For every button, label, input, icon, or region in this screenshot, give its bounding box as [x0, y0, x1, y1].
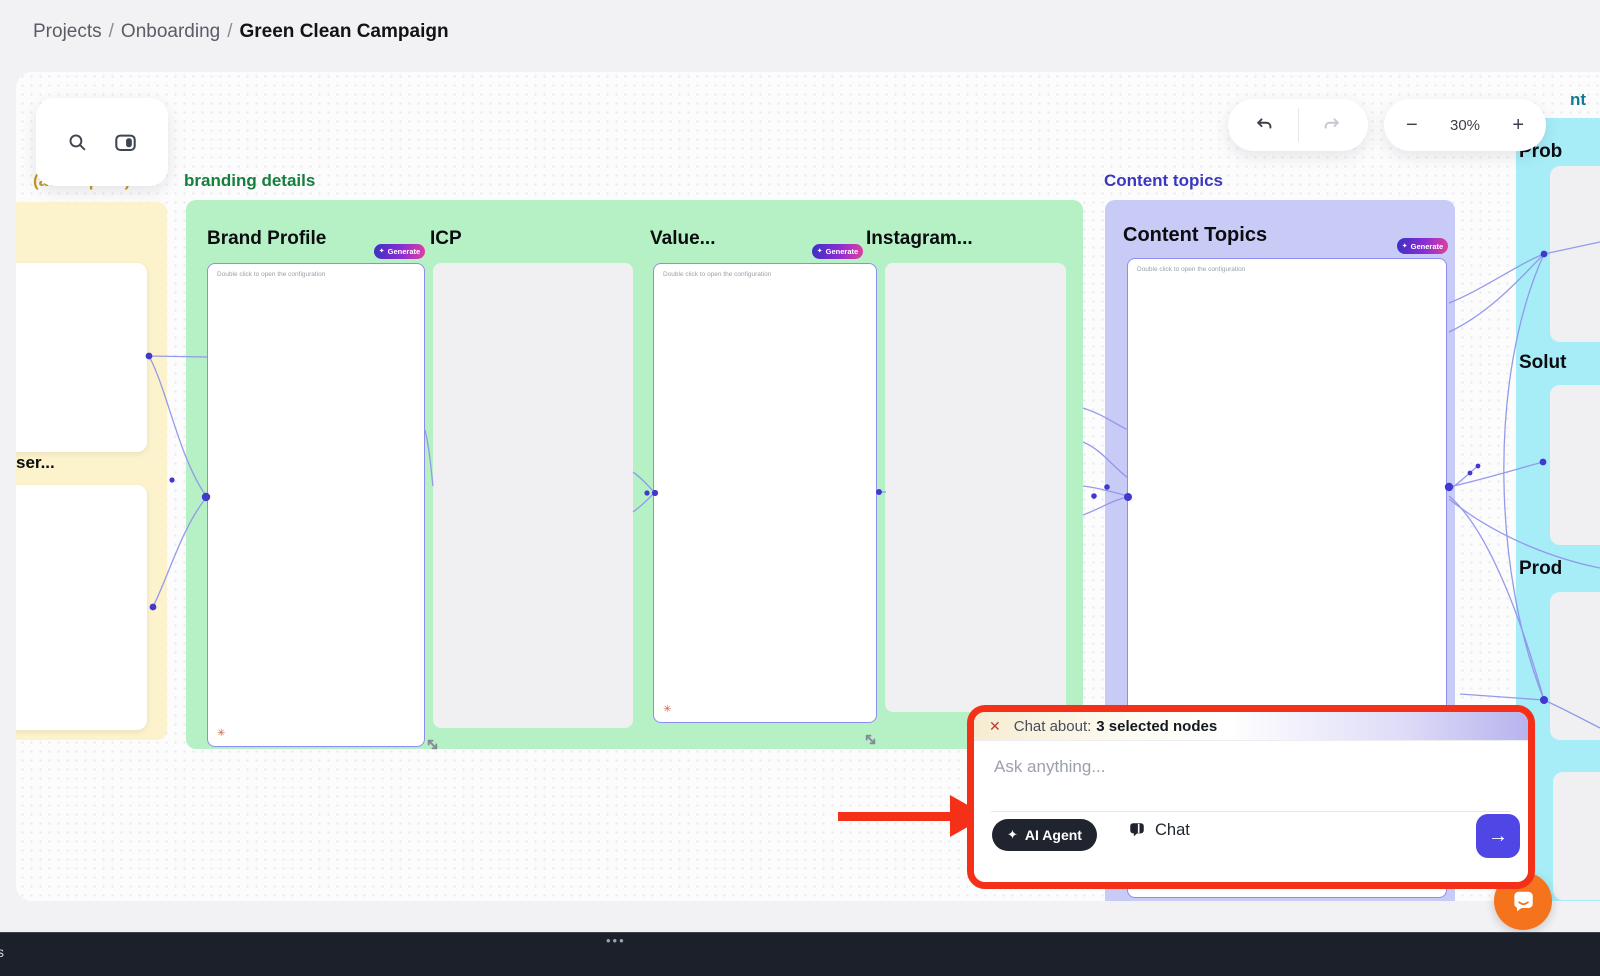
divider	[991, 811, 1511, 812]
card-title-right-prod: Prod	[1519, 558, 1562, 580]
node-card-right-1[interactable]	[1550, 166, 1600, 342]
required-marker-icon: ✳	[663, 705, 671, 715]
resize-handle[interactable]	[862, 731, 879, 748]
chat-mode-button[interactable]: Chat	[1128, 821, 1190, 840]
taskbar-text-fragment: s	[0, 944, 4, 960]
arrow-right-icon: →	[1488, 825, 1508, 848]
zoom-in-button[interactable]: +	[1512, 114, 1524, 137]
zoom-level: 30%	[1450, 117, 1480, 134]
redo-icon[interactable]	[1299, 99, 1365, 151]
sparkle-icon: ✦	[1007, 827, 1018, 843]
node-card-right-3[interactable]	[1550, 592, 1600, 740]
chat-bubbles-icon	[1128, 822, 1146, 839]
send-button[interactable]: →	[1476, 814, 1520, 858]
input-mid-label: ser...	[16, 453, 55, 473]
zoom-out-button[interactable]: −	[1406, 114, 1418, 137]
breadcrumb-onboarding[interactable]: Onboarding	[121, 21, 220, 42]
card-title-icp: ICP	[430, 228, 462, 250]
chat-selection-count: 3 selected nodes	[1096, 718, 1217, 735]
card-title-content-topics: Content Topics	[1123, 224, 1267, 247]
chat-panel-header: ✕ Chat about: 3 selected nodes	[974, 712, 1528, 741]
taskbar: s •••	[0, 932, 1600, 976]
close-icon[interactable]: ✕	[989, 718, 1001, 735]
card-title-right-solut: Solut	[1519, 352, 1567, 374]
breadcrumb: Projects / Onboarding / Green Clean Campaign	[33, 21, 449, 43]
card-hint: Double click to open the configuration	[663, 271, 771, 278]
generate-button-content-topics[interactable]: ✦Generate	[1397, 238, 1448, 254]
intercom-chat-icon	[1510, 888, 1536, 914]
resize-handle[interactable]	[424, 736, 441, 753]
card-title-brand-profile: Brand Profile	[207, 228, 326, 250]
annotation-arrow-shaft	[838, 812, 952, 821]
ai-agent-mode-button[interactable]: ✦ AI Agent	[992, 819, 1097, 851]
group-label-content-topics: Content topics	[1104, 171, 1223, 191]
node-card-brand-profile[interactable]: Double click to open the configuration ✳	[207, 263, 425, 747]
group-label-branding-details: branding details	[184, 171, 315, 191]
sidebar-panel-icon[interactable]	[114, 131, 137, 154]
chat-about-label: Chat about:	[1014, 718, 1092, 735]
chat-input[interactable]	[992, 756, 1426, 778]
undo-icon[interactable]	[1232, 99, 1298, 151]
required-marker-icon: ✳	[217, 729, 225, 739]
sparkle-icon: ✦	[379, 248, 385, 255]
node-card-right-4[interactable]	[1553, 772, 1600, 900]
sparkle-icon: ✦	[817, 248, 823, 255]
node-card-value[interactable]: Double click to open the configuration ✳	[653, 263, 877, 723]
sparkle-icon: ✦	[1402, 243, 1408, 250]
search-icon[interactable]	[67, 132, 88, 153]
node-card-instagram[interactable]	[885, 263, 1066, 712]
card-title-value: Value...	[650, 228, 715, 250]
taskbar-overflow-dots[interactable]: •••	[606, 933, 626, 948]
generate-button-brand-profile[interactable]: ✦Generate	[374, 244, 425, 259]
page: Projects / Onboarding / Green Clean Campaign…	[0, 0, 1600, 976]
chat-annotation-box: ✕ Chat about: 3 selected nodes ✦ AI Agen…	[967, 705, 1535, 889]
breadcrumb-current: Green Clean Campaign	[240, 21, 449, 42]
history-controls	[1228, 99, 1368, 151]
node-card-icp[interactable]	[433, 263, 633, 728]
canvas-toolbar	[36, 98, 168, 186]
breadcrumb-separator: /	[227, 21, 232, 42]
breadcrumb-projects[interactable]: Projects	[33, 21, 102, 42]
node-card-right-2[interactable]	[1550, 385, 1600, 545]
chat-panel: ✕ Chat about: 3 selected nodes ✦ AI Agen…	[974, 712, 1528, 882]
card-title-instagram: Instagram...	[866, 228, 973, 250]
card-hint: Double click to open the configuration	[217, 271, 325, 278]
zoom-control: − 30% +	[1384, 99, 1546, 151]
card-hint: Double click to open the configuration	[1137, 266, 1245, 273]
input-node-2[interactable]	[16, 485, 147, 730]
input-node-1[interactable]	[16, 263, 147, 452]
generate-button-value[interactable]: ✦Generate	[812, 244, 863, 259]
group-label-right-fragment: nt	[1570, 90, 1586, 110]
breadcrumb-separator: /	[109, 21, 114, 42]
